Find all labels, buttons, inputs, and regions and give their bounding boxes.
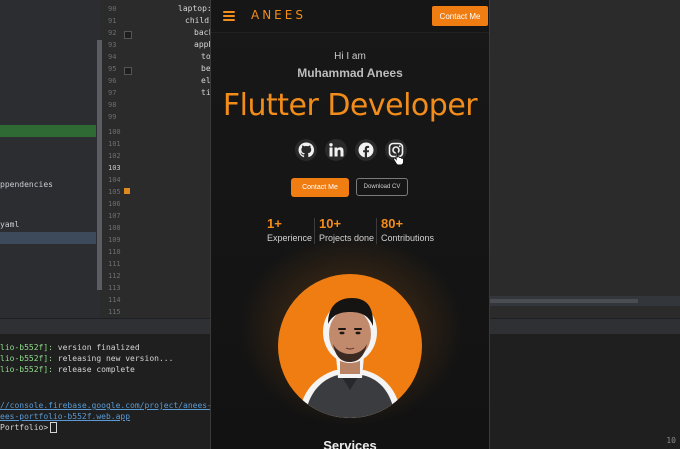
facebook-icon[interactable]: [355, 139, 377, 161]
scrollbar-thumb[interactable]: [488, 299, 638, 303]
project-tree-item[interactable]: yaml: [0, 219, 96, 231]
line-number: 104: [108, 176, 121, 184]
breakpoint-marker[interactable]: [124, 31, 132, 39]
project-tree-item-highlight[interactable]: [0, 232, 96, 244]
app-preview: ANEES Contact Me Hi I am Muhammad Anees …: [210, 0, 490, 449]
line-number-current: 103: [108, 164, 121, 172]
terminal-line-prefix: lio-b552f]:: [0, 365, 53, 374]
brand-logo[interactable]: ANEES: [251, 8, 306, 22]
terminal-line-prefix: lio-b552f]:: [0, 343, 53, 352]
greeting-text: Hi I am: [334, 51, 366, 62]
code-editor[interactable]: laptop: child: back appB to be el ti: [152, 0, 214, 318]
project-tree-scrollbar[interactable]: [97, 40, 102, 290]
line-number: 107: [108, 212, 121, 220]
stat-divider: [376, 218, 377, 244]
terminal-line: lio-b552f]: releasing new version...: [0, 353, 173, 364]
download-cv-button[interactable]: Download CV: [356, 178, 408, 196]
editor-right-area: [488, 0, 680, 318]
line-number: 111: [108, 260, 121, 268]
hosting-url-link[interactable]: ees-portfolio-b552f.web.app: [0, 411, 130, 422]
stat-contributions: 80+ Contributions: [381, 216, 434, 243]
stat-projects: 10+ Projects done: [319, 216, 374, 243]
terminal-cursor: [50, 422, 58, 433]
profile-photo: [298, 298, 402, 418]
services-heading: Services: [323, 438, 377, 449]
menu-icon[interactable]: [223, 11, 235, 21]
project-tree: ppendencies yaml: [0, 0, 100, 318]
app-bar: ANEES Contact Me: [211, 0, 489, 33]
terminal-line-text: release complete: [52, 365, 135, 374]
contact-me-button[interactable]: Contact Me: [291, 178, 349, 197]
stat-value: 1+: [267, 216, 282, 231]
code-line: laptop:: [178, 4, 212, 13]
line-number: 93: [108, 41, 117, 49]
stat-experience: 1+ Experience: [267, 216, 312, 243]
stat-label: Contributions: [381, 233, 435, 243]
breakpoint-marker[interactable]: [124, 67, 132, 75]
line-number: 99: [108, 113, 117, 121]
line-number: 115: [108, 308, 121, 316]
stat-label: Projects done: [319, 233, 375, 243]
line-number: 106: [108, 200, 121, 208]
line-number: 112: [108, 272, 121, 280]
terminal-prompt-text: Portfolio>: [0, 423, 49, 432]
contact-me-top-button[interactable]: Contact Me: [432, 6, 488, 26]
profile-avatar: [278, 274, 422, 418]
stat-label: Experience: [267, 233, 313, 243]
horizontal-scrollbar[interactable]: [488, 296, 680, 306]
terminal-line: lio-b552f]: release complete: [0, 364, 135, 375]
line-number: 94: [108, 53, 117, 61]
line-number: 100: [108, 128, 121, 136]
hand-pointer-cursor-icon: [393, 151, 404, 166]
line-number: 114: [108, 296, 121, 304]
project-tree-selected-file[interactable]: [0, 125, 96, 137]
developer-name: Muhammad Anees: [297, 66, 403, 80]
line-number: 96: [108, 77, 117, 85]
role-title: Flutter Developer: [222, 88, 478, 123]
terminal-corner-number: 10: [666, 436, 676, 445]
line-number: 109: [108, 236, 121, 244]
line-number: 110: [108, 248, 121, 256]
terminal-line-text: releasing new version...: [52, 354, 174, 363]
github-icon[interactable]: [295, 139, 317, 161]
line-number: 113: [108, 284, 121, 292]
line-number: 97: [108, 89, 117, 97]
terminal-prompt[interactable]: Portfolio>: [0, 422, 58, 433]
line-number: 101: [108, 140, 121, 148]
stat-value: 10+: [319, 216, 342, 231]
terminal-line-text: version finalized: [52, 343, 140, 352]
project-tree-item[interactable]: ppendencies: [0, 179, 96, 191]
stat-divider: [314, 218, 315, 244]
color-swatch-marker[interactable]: [124, 188, 130, 194]
line-number: 90: [108, 5, 117, 13]
stat-value: 80+: [381, 216, 404, 231]
line-number: 102: [108, 152, 121, 160]
terminal-line-prefix: lio-b552f]:: [0, 354, 53, 363]
line-number: 98: [108, 101, 117, 109]
terminal-line: lio-b552f]: version finalized: [0, 342, 140, 353]
line-number: 108: [108, 224, 121, 232]
line-number: 91: [108, 17, 117, 25]
linkedin-icon[interactable]: [325, 139, 347, 161]
line-number-gutter: 90 91 92 93 94 95 96 97 98 99 100 101 10…: [104, 0, 152, 318]
